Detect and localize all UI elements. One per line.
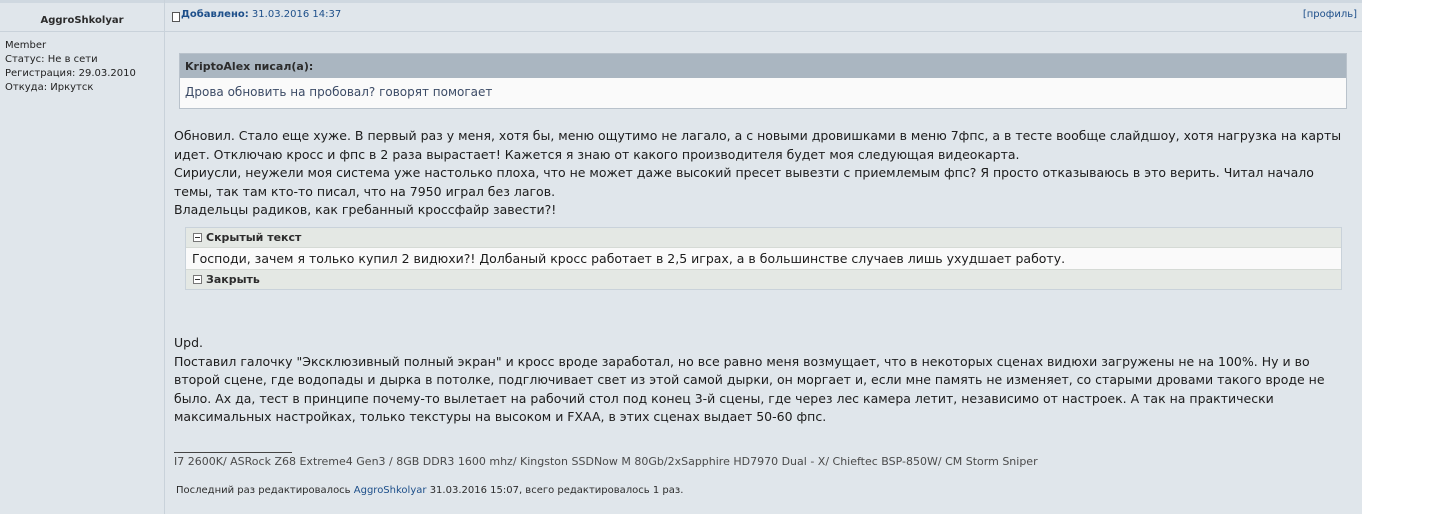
- author-info: Member Статус: Не в сети Регистрация: 29…: [5, 39, 136, 95]
- edit-note-prefix: Последний раз редактировалось: [176, 485, 351, 496]
- update-text: Поставил галочку "Эксклюзивный полный эк…: [174, 353, 1325, 425]
- edit-note-user[interactable]: AggroShkolyar: [354, 485, 427, 496]
- quote-block: KriptoAlex писал(а): Дрова обновить на п…: [179, 53, 1347, 109]
- quote-author: KriptoAlex писал(а):: [180, 54, 1346, 78]
- update-section: Upd. Поставил галочку "Эксклюзивный полн…: [174, 334, 1352, 427]
- author-location: Откуда: Иркутск: [5, 82, 94, 93]
- author-panel: AggroShkolyar Member Статус: Не в сети Р…: [0, 0, 165, 514]
- collapse-icon[interactable]: [193, 233, 202, 242]
- author-name[interactable]: AggroShkolyar: [0, 0, 164, 32]
- spoiler-text: Господи, зачем я только купил 2 видюхи?!…: [192, 251, 1066, 266]
- quote-text: Дрова обновить на пробовал? говорят помо…: [185, 85, 493, 99]
- signature: I7 2600K/ ASRock Z68 Extreme4 Gen3 / 8GB…: [174, 455, 1038, 468]
- update-label: Upd.: [174, 335, 203, 350]
- spoiler-title[interactable]: Скрытый текст: [206, 231, 301, 244]
- added-date: 31.03.2016 14:37: [251, 9, 342, 20]
- body-paragraph: Сириусли, неужели моя система уже настол…: [174, 165, 1314, 199]
- body-paragraph: Обновил. Стало еще хуже. В первый раз у …: [174, 128, 1342, 162]
- post-body: Обновил. Стало еще хуже. В первый раз у …: [174, 127, 1352, 220]
- profile-link[interactable]: [профиль]: [1303, 9, 1357, 20]
- spoiler-block: Скрытый текст Господи, зачем я только ку…: [185, 227, 1342, 290]
- added-label: Добавлено:: [181, 9, 249, 20]
- forum-post: AggroShkolyar Member Статус: Не в сети Р…: [0, 0, 1362, 514]
- post-link-icon[interactable]: [172, 12, 180, 22]
- author-rank: Member: [5, 40, 47, 51]
- signature-divider: [174, 452, 292, 453]
- author-registered: Регистрация: 29.03.2010: [5, 68, 136, 79]
- collapse-icon[interactable]: [193, 275, 202, 284]
- author-status: Статус: Не в сети: [5, 54, 98, 65]
- body-paragraph: Владельцы радиков, как гребанный кроссфа…: [174, 202, 557, 217]
- edit-note: Последний раз редактировалось AggroShkol…: [176, 485, 683, 496]
- post-date: Добавлено: 31.03.2016 14:37: [181, 9, 341, 20]
- spoiler-toggle[interactable]: Скрытый текст: [186, 228, 1341, 248]
- edit-note-suffix: 31.03.2016 15:07, всего редактировалось …: [429, 485, 684, 496]
- post-header: Добавлено: 31.03.2016 14:37 [профиль]: [165, 0, 1362, 32]
- spoiler-close[interactable]: Закрыть: [186, 269, 1341, 289]
- spoiler-close-label[interactable]: Закрыть: [206, 273, 260, 286]
